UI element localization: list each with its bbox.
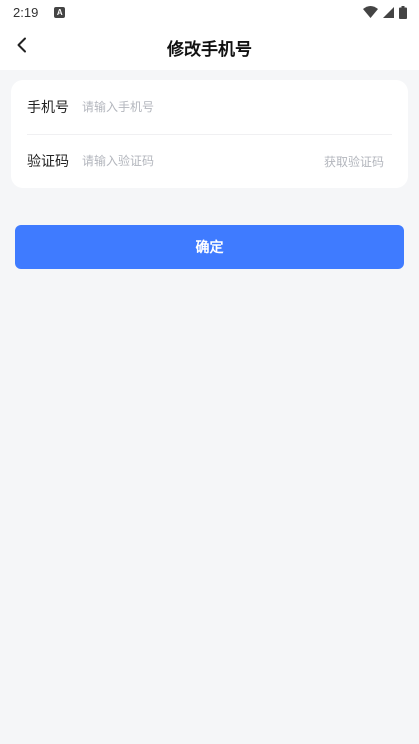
signal-icon	[383, 6, 394, 18]
wifi-icon	[363, 6, 378, 18]
form-card: 手机号 验证码 获取验证码	[11, 80, 408, 188]
nav-bar: 修改手机号	[0, 24, 419, 70]
status-icons	[363, 5, 407, 19]
confirm-button[interactable]: 确定	[15, 225, 404, 269]
screen: 2:19 A 修改手机号 手机号 验证码	[0, 0, 419, 744]
phone-row: 手机号	[11, 80, 408, 134]
phone-input[interactable]	[82, 95, 382, 119]
status-time: 2:19	[13, 4, 39, 20]
phone-label: 手机号	[27, 100, 69, 116]
code-input[interactable]	[82, 149, 282, 173]
code-label: 验证码	[27, 154, 69, 170]
a-letter-icon: A	[54, 6, 66, 18]
page-title: 修改手机号	[167, 39, 252, 60]
get-code-button[interactable]: 获取验证码	[324, 153, 384, 170]
code-row: 验证码 获取验证码	[11, 134, 408, 188]
status-bar: 2:19 A	[0, 0, 419, 24]
battery-icon	[399, 5, 407, 19]
